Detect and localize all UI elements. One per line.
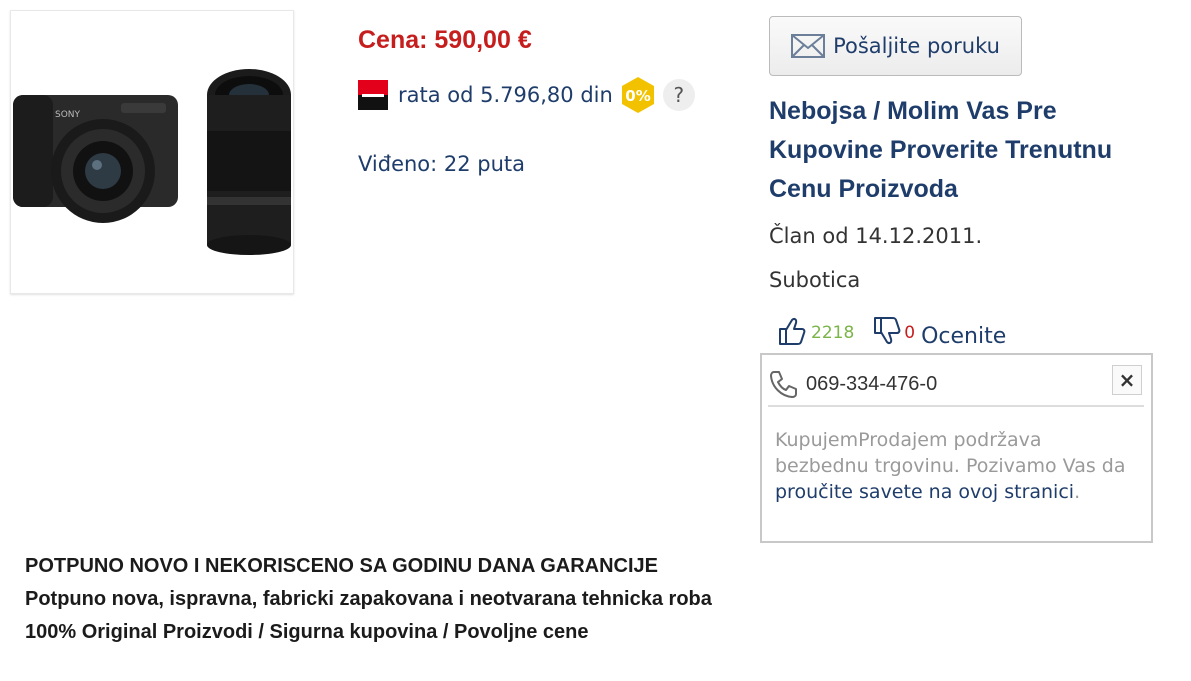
member-since: Član od 14.12.2011.: [769, 224, 983, 248]
view-count: Viđeno: 22 puta: [358, 152, 526, 176]
bank-logo-icon: [358, 80, 388, 110]
description-line: POTPUNO NOVO I NEKORISCENO SA GODINU DAN…: [25, 555, 659, 577]
phone-header: 069-334-476-0 ×: [768, 363, 1144, 407]
positive-count: 2218: [811, 323, 855, 343]
help-icon[interactable]: ?: [662, 79, 695, 111]
seller-name-line: Nebojsa / Molim Vas Pre: [769, 97, 1057, 125]
thumbs-down-icon[interactable]: [872, 316, 902, 346]
negative-count: 0: [904, 323, 916, 343]
phone-icon: [770, 371, 797, 398]
safety-note-end: .: [1074, 481, 1081, 503]
installment-row[interactable]: rata od 5.796,80 din 0% ?: [358, 76, 695, 114]
safety-tips-link[interactable]: proučite savete na ovoj stranici: [775, 481, 1074, 503]
thumbs-up-icon[interactable]: [777, 316, 807, 346]
rating-row: 2218 0 Ocenite: [777, 310, 1006, 349]
seller-name-link[interactable]: Nebojsa / Molim Vas Pre Kupovine Proveri…: [769, 92, 1169, 209]
svg-text:SONY: SONY: [55, 110, 81, 120]
rate-seller-link[interactable]: Ocenite: [921, 324, 1006, 350]
installment-text: rata od 5.796,80 din: [398, 83, 613, 107]
product-image[interactable]: SONY: [10, 10, 294, 294]
description-line: 100% Original Proizvodi / Sigurna kupovi…: [25, 621, 589, 643]
send-message-button[interactable]: Pošaljite poruku: [769, 16, 1022, 76]
badge-text: 0%: [625, 87, 650, 105]
phone-panel: 069-334-476-0 × KupujemProdajem podržava…: [760, 353, 1153, 543]
envelope-icon: [791, 34, 826, 58]
seller-name-line: Kupovine Proverite Trenutnu: [769, 136, 1113, 164]
seller-name-line: Cenu Proizvoda: [769, 175, 958, 203]
product-description: POTPUNO NOVO I NEKORISCENO SA GODINU DAN…: [25, 550, 712, 649]
safety-note-text: KupujemProdajem podržava bezbednu trgovi…: [775, 429, 1126, 477]
price: Cena: 590,00 €: [358, 26, 532, 54]
send-message-label: Pošaljite poruku: [833, 34, 1000, 58]
description-line: Potpuno nova, ispravna, fabricki zapakov…: [25, 588, 712, 610]
safety-note: KupujemProdajem podržava bezbednu trgovi…: [775, 427, 1135, 505]
seller-city: Subotica: [769, 268, 861, 292]
close-button[interactable]: ×: [1112, 365, 1142, 395]
camera-illustration: SONY: [13, 69, 291, 255]
zero-percent-badge-icon: 0%: [619, 76, 657, 114]
phone-number[interactable]: 069-334-476-0: [806, 373, 937, 396]
